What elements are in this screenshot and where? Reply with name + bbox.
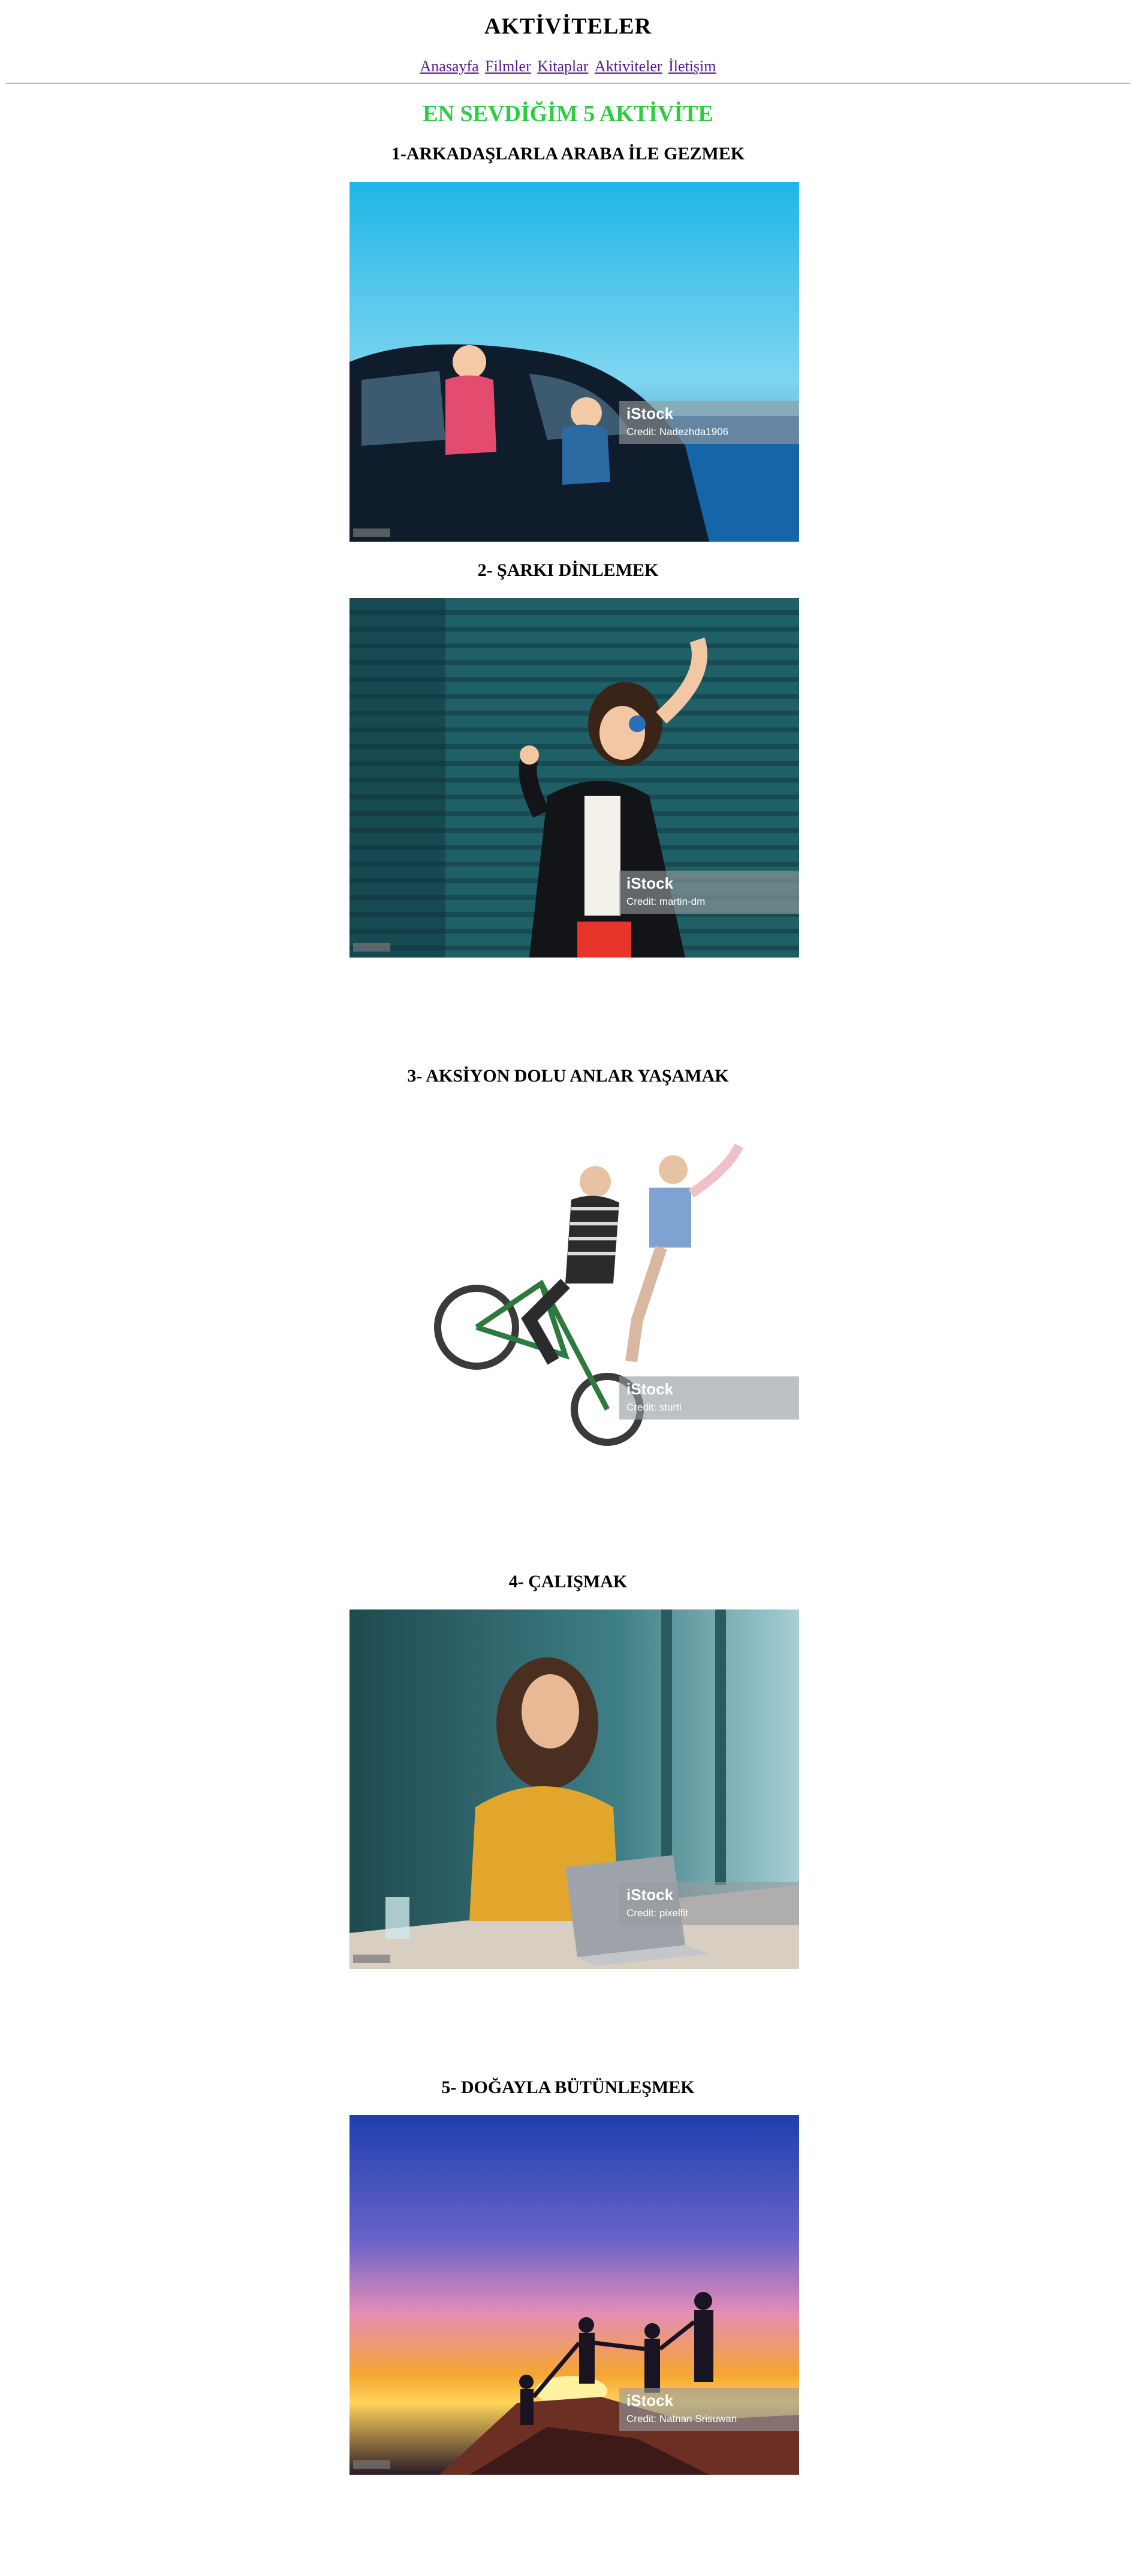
watermark-credit: Credit: Natnan Srisuwan (626, 2413, 737, 2424)
watermark-box: iStock Credit: Natnan Srisuwan (619, 2388, 799, 2431)
activity-photo-4: iStock Credit: pixelfit (349, 1609, 799, 1969)
car-trip-image (349, 182, 799, 542)
nav-link-activities[interactable]: Aktiviteler (595, 58, 662, 75)
watermark-brand: iStock (626, 874, 674, 892)
watermark-credit: Credit: pixelfit (626, 1907, 688, 1919)
nav-link-contact[interactable]: İletişim (668, 58, 716, 75)
watermark-box: iStock Credit: Nadezhda1906 (619, 401, 799, 444)
activity-title-5: 5- DOĞAYLA BÜTÜNLEŞMEK (441, 2077, 695, 2097)
watermark-box: iStock Credit: martin-dm (619, 871, 799, 914)
watermark-brand: iStock (626, 2391, 674, 2409)
header-divider (6, 83, 1130, 84)
site-title: AKTİVİTELER (484, 14, 652, 39)
watermark-credit: Credit: sturti (626, 1402, 682, 1413)
nav-link-home[interactable]: Anasayfa (420, 58, 478, 75)
watermark-id-tag (353, 1955, 390, 1963)
activity-photo-2: iStock Credit: martin-dm (349, 598, 799, 958)
nav-link-books[interactable]: Kitaplar (537, 58, 588, 75)
activity-title-2: 2- ŞARKI DİNLEMEK (477, 560, 659, 580)
watermark-credit: Credit: Nadezhda1906 (626, 426, 729, 437)
watermark-id-tag (353, 529, 390, 537)
activity-photo-1: iStock Credit: Nadezhda1906 (349, 182, 799, 542)
activity-title-4: 4- ÇALIŞMAK (508, 1572, 628, 1591)
watermark-box: iStock Credit: sturti (619, 1376, 799, 1420)
watermark-brand: iStock (626, 1380, 674, 1398)
activity-title-3: 3- AKSİYON DOLU ANLAR YAŞAMAK (407, 1066, 729, 1086)
main-nav: Anasayfa Filmler Kitaplar Aktiviteler İl… (0, 58, 1136, 76)
page-heading: EN SEVDİĞİM 5 AKTİVİTE (423, 101, 713, 126)
activity-title-1: 1-ARKADAŞLARLA ARABA İLE GEZMEK (391, 144, 745, 164)
nav-link-films[interactable]: Filmler (485, 58, 531, 75)
activity-photo-3: iStock Credit: sturti (349, 1104, 799, 1463)
watermark-id-tag (353, 943, 390, 952)
watermark-id-tag (353, 2460, 390, 2469)
watermark-brand: iStock (626, 1886, 674, 1904)
watermark-box: iStock Credit: pixelfit (619, 1882, 799, 1925)
watermark-brand: iStock (626, 404, 674, 422)
activity-photo-5: iStock Credit: Natnan Srisuwan (349, 2115, 799, 2475)
watermark-credit: Credit: martin-dm (626, 896, 706, 907)
